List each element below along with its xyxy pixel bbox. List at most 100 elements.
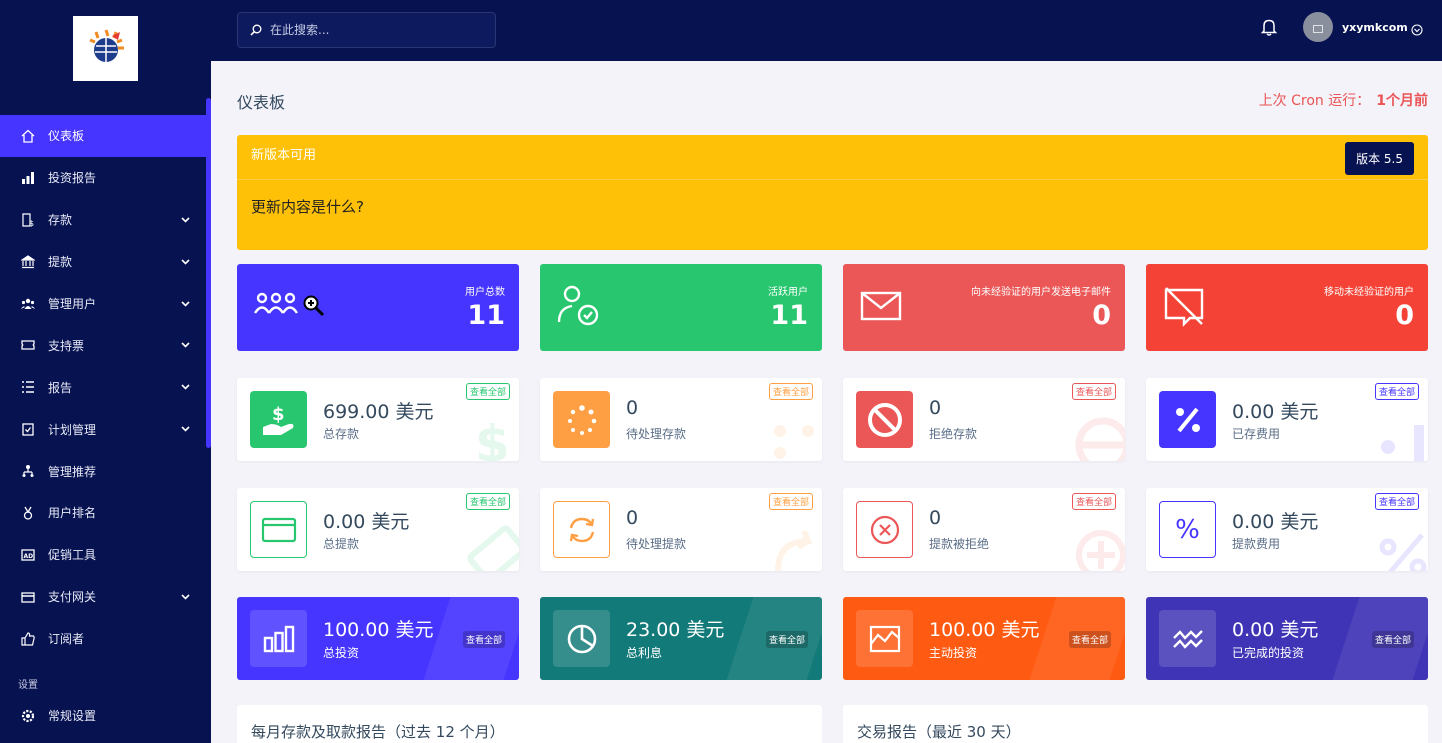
sidebar-item-label: 促销工具 <box>48 548 97 563</box>
users-group-icon <box>253 284 299 328</box>
credit-card-icon <box>20 589 36 605</box>
search-input[interactable] <box>270 23 480 37</box>
svg-text:$: $ <box>29 219 34 227</box>
view-all-button[interactable]: 查看全部 <box>1071 383 1116 400</box>
stat-caption: 提款被拒绝 <box>929 537 990 551</box>
sidebar-item-deposits[interactable]: $ 存款 <box>0 199 206 241</box>
percent-watermark-icon <box>1374 521 1428 571</box>
sidebar-item-label: 报告 <box>48 380 73 395</box>
users-icon <box>20 296 36 312</box>
avatar[interactable] <box>1303 12 1333 42</box>
medal-icon <box>20 505 36 521</box>
sidebar-item-dashboard[interactable]: 仪表板 <box>0 115 206 157</box>
sidebar-item-investment-report[interactable]: 投资报告 <box>0 157 206 199</box>
credit-card-icon <box>250 501 307 558</box>
stat-value: 0 <box>929 507 942 529</box>
stat-rejected-withdrawals: 0 提款被拒绝 查看全部 <box>843 488 1125 571</box>
stat-email-unverified[interactable]: 向未经验证的用户发送电子邮件 0 <box>843 264 1125 351</box>
view-all-button[interactable]: 查看全部 <box>1374 383 1419 400</box>
sidebar-item-label: 存款 <box>48 213 73 228</box>
chevron-down-icon <box>181 338 190 352</box>
stat-value: 0.00 美元 <box>1232 619 1319 641</box>
stat-completed-investment: 0.00 美元 已完成的投资 查看全部 <box>1146 597 1428 680</box>
view-all-button[interactable]: 查看全部 <box>465 383 510 400</box>
sidebar-nav: 仪表板 投资报告 $ 存款 提款 管理用户 支持票 报告 计划管理 管理推荐 用… <box>0 115 206 660</box>
chevron-down-icon <box>181 380 190 394</box>
sidebar-item-payment-gateways[interactable]: 支付网关 <box>0 576 206 618</box>
message-slash-icon <box>1162 284 1206 332</box>
stat-total-users[interactable]: 用户总数 11 <box>237 264 519 351</box>
page-title: 仪表板 <box>237 93 286 112</box>
view-all-button[interactable]: 查看全部 <box>768 493 813 510</box>
sidebar-item-promotion-tools[interactable]: AD 促销工具 <box>0 534 206 576</box>
version-badge[interactable]: 版本 5.5 <box>1345 142 1414 175</box>
user-check-icon <box>556 284 602 332</box>
view-all-button[interactable]: 查看全部 <box>1371 631 1414 648</box>
update-banner: 新版本可用 更新内容是什么? 版本 5.5 <box>237 135 1428 250</box>
brand-logo[interactable] <box>73 15 138 81</box>
sidebar-item-plan-management[interactable]: 计划管理 <box>0 408 206 450</box>
stat-value: 0 <box>1395 300 1414 331</box>
image-icon <box>1313 18 1323 37</box>
percent-icon <box>1159 391 1216 448</box>
bar-chart-icon <box>250 610 307 667</box>
stat-caption: 待处理提款 <box>626 537 687 551</box>
view-all-button[interactable]: 查看全部 <box>1374 493 1419 510</box>
sidebar-item-support-tickets[interactable]: 支持票 <box>0 324 206 366</box>
stat-caption: 总投资 <box>323 646 360 660</box>
bell-icon[interactable] <box>1260 18 1278 40</box>
stat-label: 用户总数 <box>465 287 505 298</box>
stat-active-users[interactable]: 活跃用户 11 <box>540 264 822 351</box>
pie-chart-icon <box>553 610 610 667</box>
banner-title: 新版本可用 <box>251 148 317 163</box>
stat-mobile-unverified[interactable]: 移动未经验证的用户 0 <box>1146 264 1428 351</box>
sidebar: 仪表板 投资报告 $ 存款 提款 管理用户 支持票 报告 计划管理 管理推荐 用… <box>0 0 211 743</box>
stat-caption: 已完成的投资 <box>1232 646 1305 660</box>
topbar: yxymkcom <box>211 0 1442 61</box>
ticket-icon <box>20 337 36 353</box>
svg-text:$: $ <box>475 415 510 461</box>
chevron-down-icon[interactable] <box>1411 21 1423 40</box>
stat-withdrawal-charges: % 0.00 美元 提款费用 查看全部 <box>1146 488 1428 571</box>
stat-total-deposits: $ 699.00 美元 总存款 查看全部 $ <box>237 378 519 461</box>
sidebar-item-withdrawals[interactable]: 提款 <box>0 241 206 283</box>
view-all-button[interactable]: 查看全部 <box>768 383 813 400</box>
sidebar-item-manage-users[interactable]: 管理用户 <box>0 283 206 325</box>
view-all-button[interactable]: 查看全部 <box>1071 493 1116 510</box>
stat-caption: 总存款 <box>323 427 360 441</box>
view-all-button[interactable]: 查看全部 <box>462 631 505 648</box>
percent-icon: % <box>1159 501 1216 558</box>
stat-caption: 主动投资 <box>929 646 978 660</box>
sidebar-item-reports[interactable]: 报告 <box>0 366 206 408</box>
view-all-button[interactable]: 查看全部 <box>765 631 808 648</box>
sidebar-item-general-settings[interactable]: 常规设置 <box>0 695 206 737</box>
thumbs-up-icon <box>20 631 36 647</box>
stat-value: 11 <box>770 300 808 331</box>
sidebar-item-label: 管理用户 <box>48 297 97 311</box>
sidebar-item-user-ranking[interactable]: 用户排名 <box>0 492 206 534</box>
search-box[interactable] <box>237 12 496 48</box>
sidebar-item-label: 用户排名 <box>48 506 97 521</box>
sidebar-scrollbar[interactable] <box>206 98 211 448</box>
sidebar-item-label: 订阅者 <box>48 632 85 647</box>
sidebar-item-label: 支持票 <box>48 338 85 353</box>
stat-pending-withdrawals: 0 待处理提款 查看全部 <box>540 488 822 571</box>
transaction-report-panel: 交易报告（最近 30 天） <box>843 705 1428 743</box>
stat-value: 100.00 美元 <box>323 619 434 641</box>
stat-value: 0.00 美元 <box>1232 401 1319 423</box>
ban-watermark-icon <box>1071 411 1125 461</box>
view-all-button[interactable]: 查看全部 <box>465 493 510 510</box>
username[interactable]: yxymkcom <box>1342 21 1408 34</box>
stat-label: 向未经验证的用户发送电子邮件 <box>971 287 1111 298</box>
card-watermark-icon <box>465 521 519 571</box>
sidebar-item-referrals[interactable]: 管理推荐 <box>0 450 206 492</box>
sidebar-item-subscribers[interactable]: 订阅者 <box>0 618 206 660</box>
area-chart-icon <box>856 610 913 667</box>
cron-status: 上次 Cron 运行： 1个月前 <box>1259 90 1428 110</box>
stat-value: 0.00 美元 <box>323 511 410 533</box>
chevron-down-icon <box>181 422 190 436</box>
view-all-button[interactable]: 查看全部 <box>1068 631 1111 648</box>
ban-icon <box>856 391 913 448</box>
spinner-watermark-icon <box>768 411 822 461</box>
stat-value: 0.00 美元 <box>1232 511 1319 533</box>
